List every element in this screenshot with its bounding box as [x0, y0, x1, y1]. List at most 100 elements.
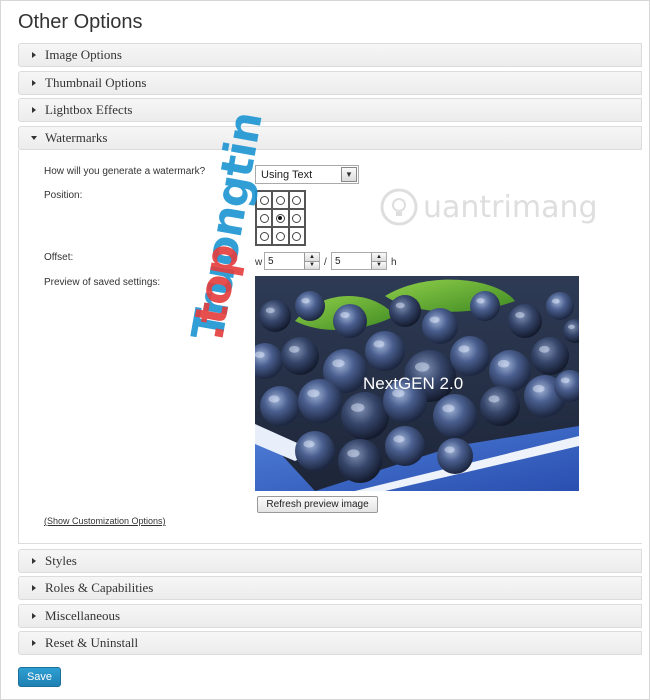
blueberry	[489, 350, 531, 392]
blueberry-highlight	[268, 395, 280, 403]
blueberry	[341, 392, 389, 440]
blueberry-highlight	[568, 324, 575, 329]
blueberry-highlight	[488, 395, 500, 403]
blueberry	[333, 304, 367, 338]
blueberry	[259, 300, 291, 332]
offset-w-input[interactable]: 5 ▲ ▼	[264, 252, 320, 270]
position-cell	[256, 227, 273, 245]
blueberry-highlight	[301, 298, 310, 304]
blueberry-highlight	[414, 362, 430, 372]
blueberry-highlight	[347, 449, 360, 458]
blueberry-highlight	[351, 403, 365, 412]
blueberry	[508, 304, 542, 338]
section-label: Roles & Capabilities	[45, 580, 154, 595]
chevron-down-icon[interactable]: ▼	[341, 167, 357, 182]
section-label: Styles	[45, 553, 77, 568]
position-cell	[288, 227, 305, 245]
position-cell	[256, 209, 273, 227]
blueberry-highlight	[476, 298, 485, 304]
blueberry-highlight	[332, 359, 345, 368]
blueberry-highlight	[265, 307, 275, 314]
triangle-right-icon	[32, 107, 36, 113]
position-radio[interactable]	[292, 231, 302, 241]
preview-label: Preview of saved settings:	[44, 277, 161, 288]
blueberry-highlight	[497, 359, 510, 368]
section-miscellaneous[interactable]: Miscellaneous	[18, 604, 642, 628]
position-radio[interactable]	[292, 213, 302, 223]
refresh-preview-button[interactable]: Refresh preview image	[257, 496, 378, 513]
offset-label: Offset:	[44, 252, 74, 263]
triangle-right-icon	[32, 585, 36, 591]
blueberry	[437, 438, 473, 474]
triangle-right-icon	[32, 613, 36, 619]
section-label: Watermarks	[45, 130, 108, 145]
section-roles-capabilities[interactable]: Roles & Capabilities	[18, 576, 642, 600]
show-customization-link[interactable]: (Show Customization Options)	[44, 516, 166, 526]
blueberry	[281, 337, 319, 375]
watermark-source-select[interactable]: Using Text ▼	[255, 165, 359, 184]
section-label: Image Options	[45, 47, 122, 62]
blueberry-highlight	[442, 404, 455, 413]
preview-image: NextGEN 2.0	[255, 276, 579, 491]
position-cell	[272, 227, 289, 245]
position-label: Position:	[44, 190, 83, 201]
arrow-up-icon[interactable]: ▲	[305, 253, 319, 262]
position-cell	[272, 209, 289, 227]
stepper-buttons[interactable]: ▲ ▼	[371, 253, 386, 269]
offset-w-prefix: w	[255, 257, 263, 268]
section-image-options[interactable]: Image Options	[18, 43, 642, 67]
position-radio[interactable]	[275, 231, 285, 241]
triangle-down-icon	[31, 136, 37, 140]
section-thumbnail-options[interactable]: Thumbnail Options	[18, 71, 642, 95]
section-styles[interactable]: Styles	[18, 549, 642, 573]
blueberry-highlight	[444, 446, 455, 453]
blueberry	[298, 379, 342, 423]
position-radio[interactable]	[259, 231, 269, 241]
blueberry-highlight	[458, 345, 470, 353]
position-cell	[272, 191, 289, 209]
blueberry-highlight	[255, 351, 265, 358]
generate-watermark-label: How will you generate a watermark?	[44, 166, 206, 177]
triangle-right-icon	[32, 640, 36, 646]
blueberry	[531, 337, 569, 375]
offset-w-value: 5	[268, 255, 274, 267]
preview-watermark-text: NextGEN 2.0	[363, 374, 464, 393]
blueberry	[365, 331, 405, 371]
position-radio[interactable]	[275, 195, 285, 205]
blueberry-highlight	[340, 311, 350, 319]
blueberry	[422, 308, 458, 344]
blueberry-highlight	[307, 389, 320, 398]
offset-h-value: 5	[335, 255, 341, 267]
save-button[interactable]: Save	[18, 667, 61, 687]
blueberry-highlight	[560, 377, 570, 384]
offset-separator: /	[324, 257, 327, 268]
section-label: Reset & Uninstall	[45, 635, 139, 650]
select-value: Using Text	[261, 168, 313, 181]
position-cell	[256, 191, 273, 209]
radio-selected-dot	[278, 216, 283, 220]
blueberry-highlight	[532, 384, 545, 393]
section-lightbox-effects[interactable]: Lightbox Effects	[18, 98, 642, 122]
section-label: Miscellaneous	[45, 608, 121, 623]
section-reset-uninstall[interactable]: Reset & Uninstall	[18, 631, 642, 655]
blueberry-highlight	[303, 440, 315, 448]
position-radio[interactable]	[275, 213, 285, 223]
blueberry-highlight	[393, 435, 405, 443]
position-radio[interactable]	[292, 195, 302, 205]
blueberry	[338, 439, 382, 483]
page-title: Other Options	[18, 11, 143, 33]
position-radio[interactable]	[259, 195, 269, 205]
blueberry	[260, 386, 300, 426]
arrow-down-icon[interactable]: ▼	[305, 261, 319, 269]
section-watermarks[interactable]: Watermarks	[18, 126, 642, 150]
stepper-buttons[interactable]: ▲ ▼	[304, 253, 319, 269]
position-cell	[288, 209, 305, 227]
blueberry	[480, 386, 520, 426]
blueberry	[546, 292, 574, 320]
triangle-right-icon	[32, 558, 36, 564]
arrow-down-icon[interactable]: ▼	[372, 261, 386, 269]
position-radio[interactable]	[259, 213, 269, 223]
offset-h-input[interactable]: 5 ▲ ▼	[331, 252, 387, 270]
triangle-right-icon	[32, 80, 36, 86]
arrow-up-icon[interactable]: ▲	[372, 253, 386, 262]
